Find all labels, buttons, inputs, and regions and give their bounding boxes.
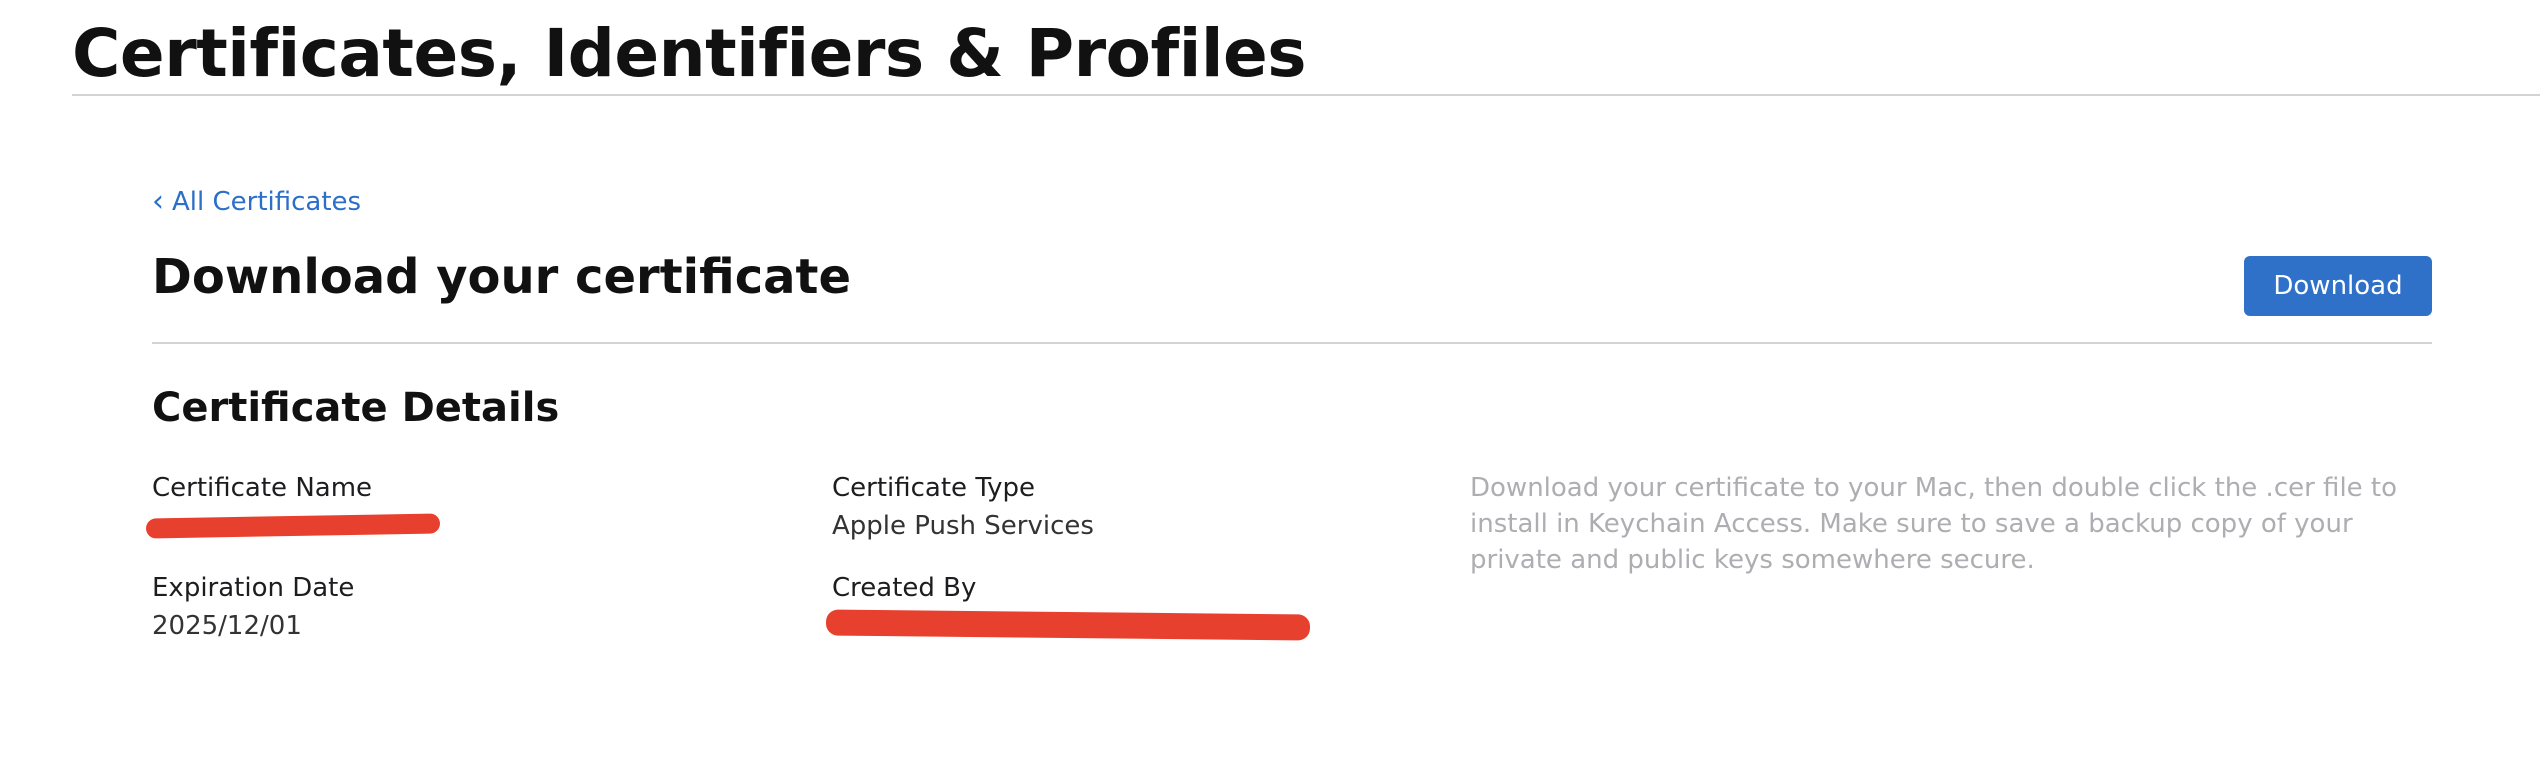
download-button[interactable]: Download bbox=[2244, 256, 2432, 316]
section-title: Download your certificate bbox=[152, 249, 852, 305]
expiration-date-label: Expiration Date bbox=[152, 573, 355, 603]
certificate-name-redacted bbox=[145, 513, 441, 539]
section-divider bbox=[152, 342, 2432, 344]
back-link-all-certificates[interactable]: ‹ All Certificates bbox=[152, 184, 361, 220]
created-by-redacted bbox=[825, 609, 1311, 641]
expiration-date-value: 2025/12/01 bbox=[152, 611, 302, 641]
created-by-label: Created By bbox=[832, 573, 977, 603]
certificate-name-label: Certificate Name bbox=[152, 473, 373, 503]
certificate-type-value: Apple Push Services bbox=[832, 511, 1094, 541]
download-help-text: Download your certificate to your Mac, t… bbox=[1470, 473, 2398, 575]
back-link-label: All Certificates bbox=[172, 187, 362, 217]
details-title: Certificate Details bbox=[152, 385, 560, 431]
certificate-type-label: Certificate Type bbox=[832, 473, 1036, 503]
page-title: Certificates, Identifiers & Profiles bbox=[72, 15, 1307, 92]
chevron-left-icon: ‹ bbox=[152, 184, 164, 219]
title-divider bbox=[72, 94, 2540, 96]
